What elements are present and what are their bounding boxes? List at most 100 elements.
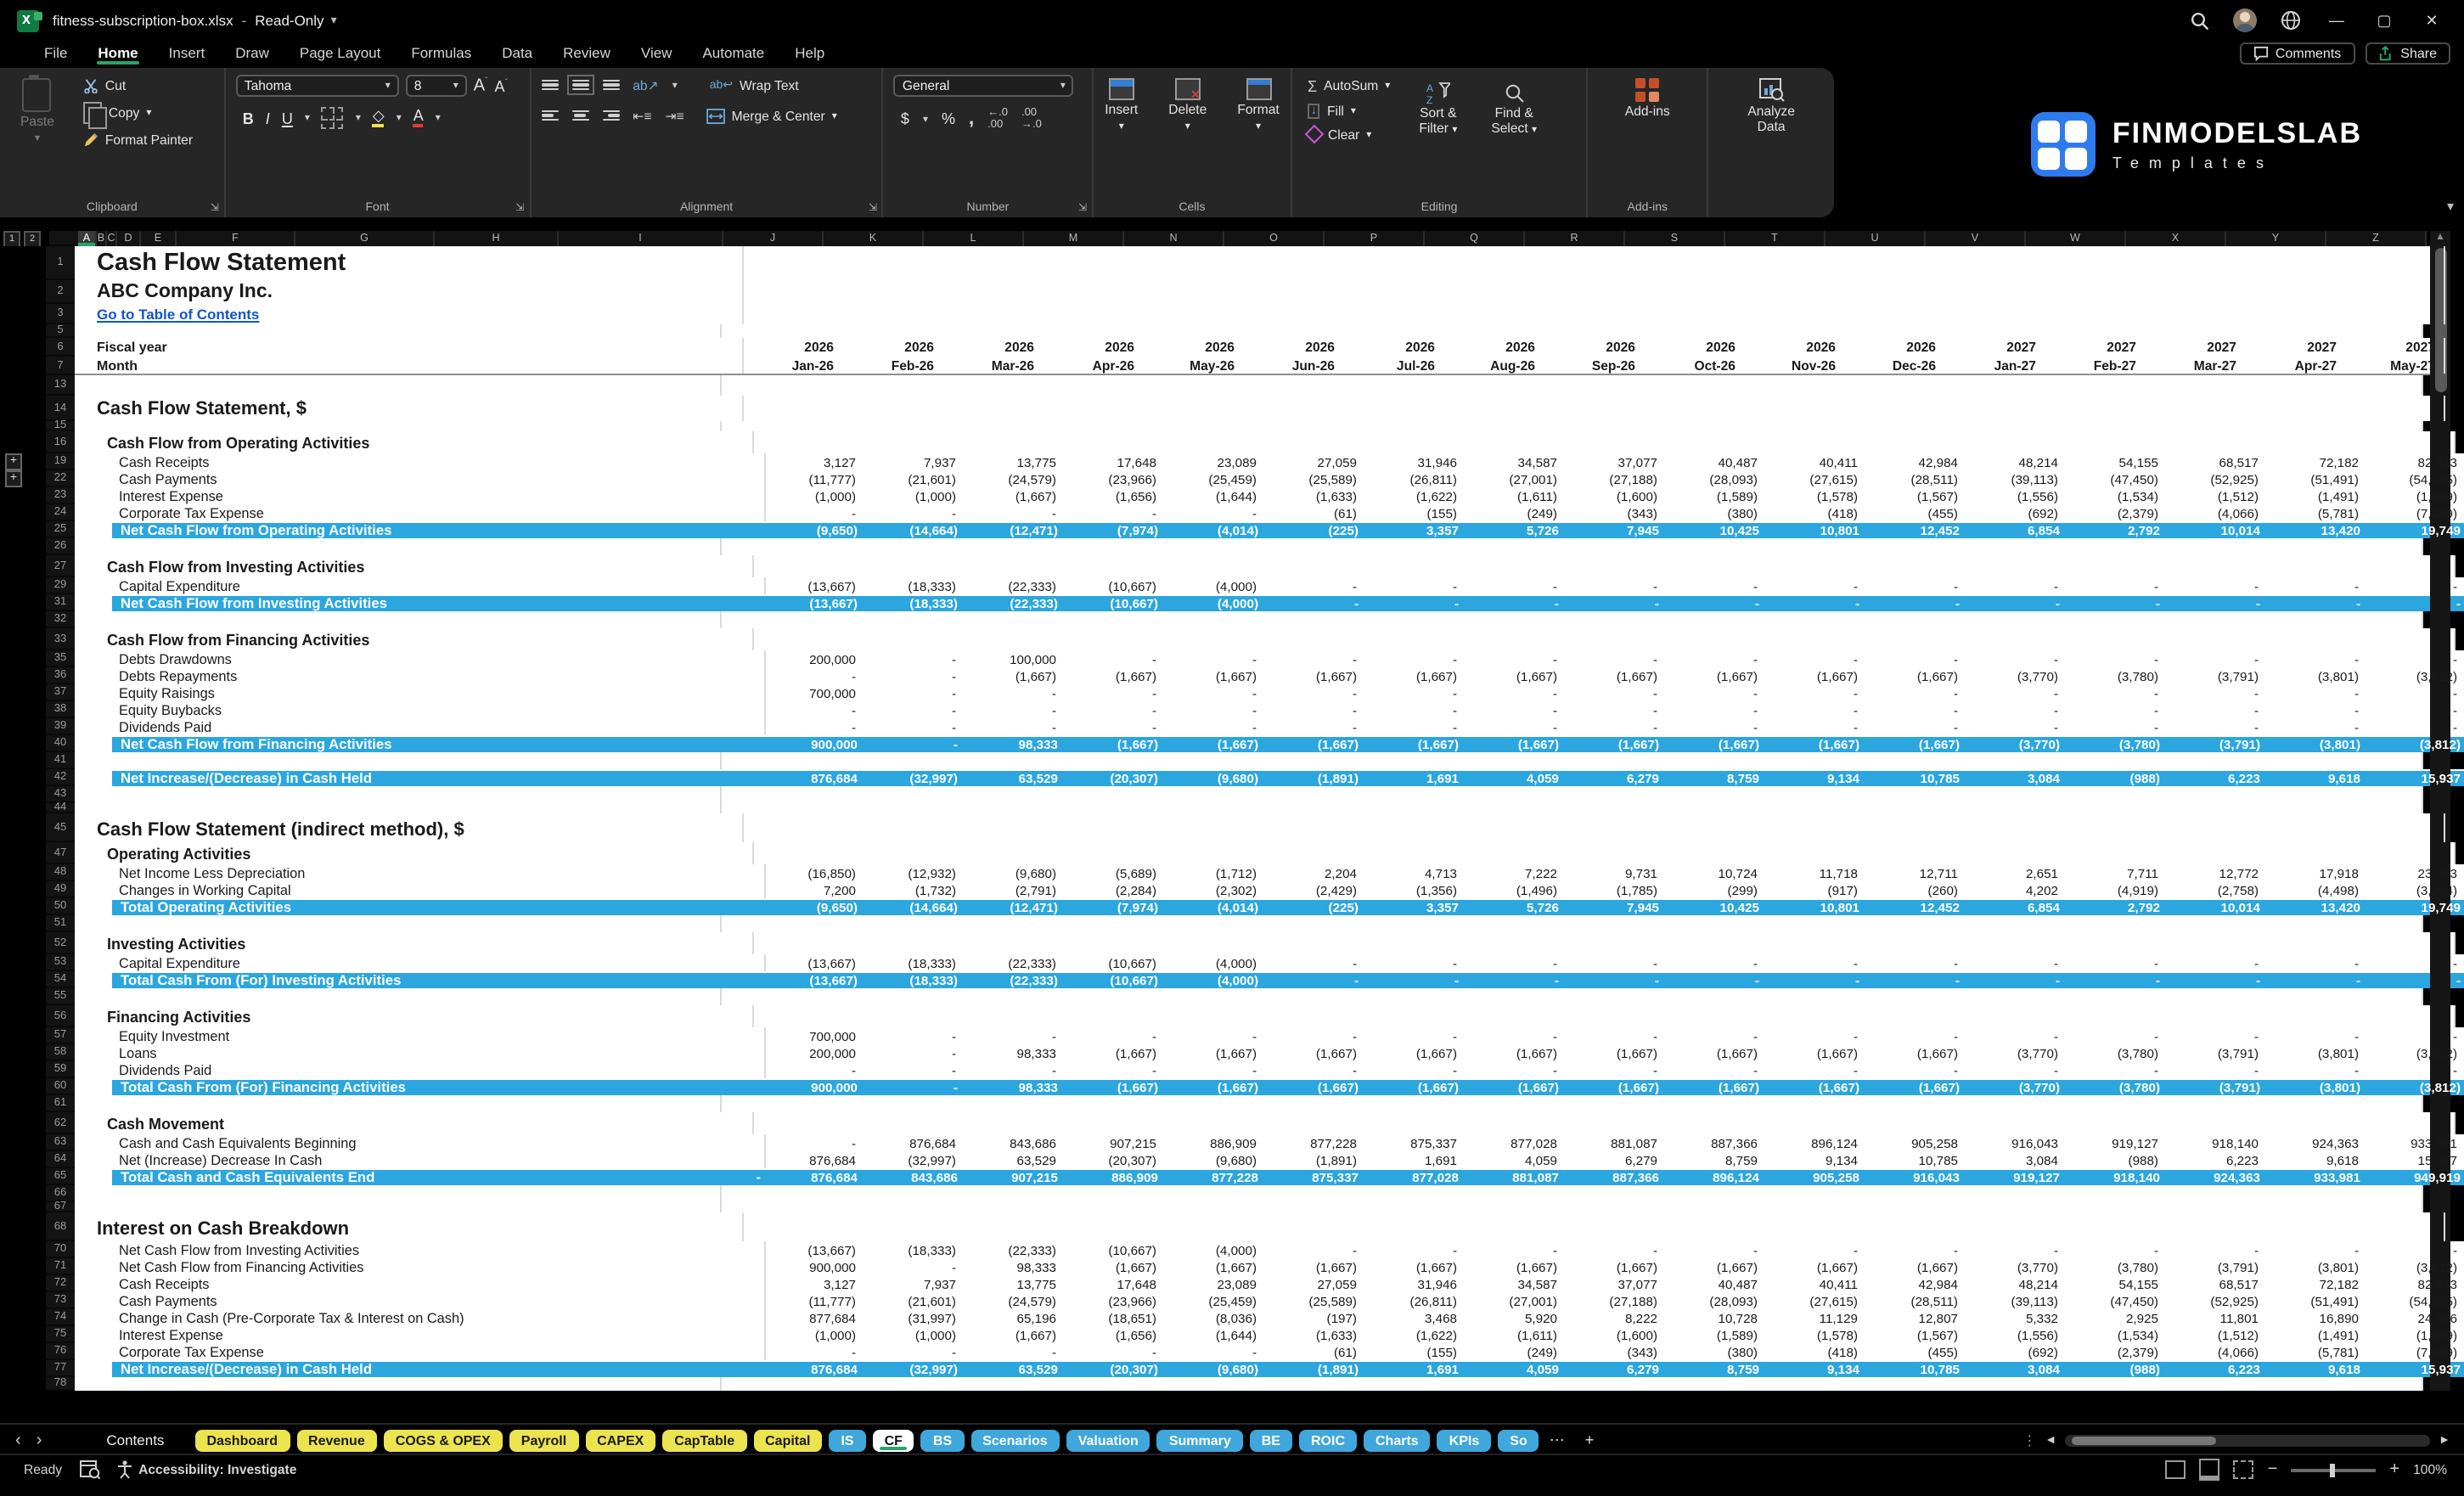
row-header-51[interactable]: 51 <box>46 915 75 932</box>
cell[interactable]: (21,601) <box>864 470 965 487</box>
cell[interactable]: - <box>1966 577 2067 594</box>
cell[interactable] <box>752 1005 852 1027</box>
cell[interactable]: (3,812) <box>2367 1258 2464 1275</box>
cell[interactable]: - <box>2167 718 2267 735</box>
cell[interactable] <box>2323 1095 2423 1112</box>
cell[interactable] <box>1544 246 1644 280</box>
cell[interactable] <box>1922 803 2022 813</box>
cell[interactable]: (11,777) <box>764 1292 864 1309</box>
cell[interactable] <box>2022 375 2123 396</box>
cell[interactable]: 10,014 <box>2169 521 2269 538</box>
cell[interactable] <box>2155 932 2255 954</box>
cell[interactable]: - <box>2367 684 2464 701</box>
cell[interactable]: 8,759 <box>1668 1360 1768 1377</box>
cell[interactable]: 700,000 <box>764 684 864 701</box>
cell[interactable] <box>1554 555 1654 577</box>
cell[interactable]: 7,711 <box>2067 864 2167 881</box>
cell[interactable]: Sep-26 <box>1544 357 1644 374</box>
addins-button[interactable]: Add-ins <box>1598 75 1696 124</box>
cell[interactable] <box>1522 915 1622 932</box>
scroll-up-arrow-icon[interactable]: ▲ <box>2435 231 2445 245</box>
macro-record-icon[interactable] <box>79 1460 99 1479</box>
cell[interactable]: - <box>2167 650 2267 667</box>
cell[interactable] <box>1522 1095 1622 1112</box>
row-header-29[interactable]: 29 <box>46 577 75 594</box>
cell[interactable] <box>1021 803 1121 813</box>
cell[interactable]: - <box>1465 577 1566 594</box>
cell[interactable] <box>742 813 842 842</box>
cell[interactable] <box>720 421 820 431</box>
user-avatar[interactable] <box>2233 8 2257 32</box>
cell[interactable]: (2,379) <box>2067 504 2167 521</box>
cell[interactable] <box>2255 628 2355 650</box>
menu-home[interactable]: Home <box>84 41 151 65</box>
cell[interactable]: 63,529 <box>966 1360 1066 1377</box>
cell[interactable] <box>1421 538 1522 555</box>
cell[interactable]: (10,667) <box>1066 594 1167 611</box>
cell[interactable] <box>1253 628 1353 650</box>
cell[interactable] <box>1021 988 1121 1005</box>
cell[interactable]: (13,667) <box>764 954 864 971</box>
column-header-t[interactable]: T <box>1725 231 1825 246</box>
cell[interactable]: (197) <box>1265 1309 1365 1326</box>
row-header-52[interactable]: 52 <box>46 932 75 954</box>
cell[interactable]: - <box>1668 971 1768 988</box>
select-all-corner[interactable] <box>49 231 78 246</box>
cell[interactable] <box>2145 396 2245 421</box>
cell[interactable]: (32,997) <box>866 769 966 786</box>
cell[interactable] <box>1153 1112 1253 1134</box>
cell[interactable] <box>1554 431 1654 453</box>
cell[interactable] <box>1822 375 1922 396</box>
cell[interactable] <box>852 1005 953 1027</box>
cell[interactable]: (54,105) <box>2367 470 2464 487</box>
cell[interactable] <box>2123 324 2223 338</box>
cell[interactable] <box>2345 246 2445 280</box>
cell[interactable] <box>1343 1212 1443 1241</box>
cell[interactable] <box>1253 1112 1353 1134</box>
cell[interactable] <box>942 813 1043 842</box>
cell[interactable]: - <box>1566 684 1666 701</box>
cell[interactable] <box>1321 375 1421 396</box>
cell[interactable] <box>720 915 820 932</box>
cell[interactable]: (225) <box>1267 898 1367 915</box>
cell[interactable] <box>1121 611 1221 628</box>
cell[interactable]: 887,366 <box>1567 1168 1668 1185</box>
cell[interactable]: (2,429) <box>1265 881 1365 898</box>
cell[interactable] <box>953 1005 1053 1027</box>
cell[interactable]: 40,487 <box>1666 1275 1766 1292</box>
cell[interactable] <box>2022 988 2123 1005</box>
cell[interactable] <box>1644 304 1744 324</box>
row-header-15[interactable]: 15 <box>46 421 75 431</box>
cell[interactable] <box>2123 752 2223 769</box>
cell[interactable]: (1,656) <box>1065 487 1165 504</box>
hscroll-right-arrow[interactable]: ► <box>2439 1434 2450 1446</box>
insert-cells-button[interactable]: Insert▾ <box>1094 75 1148 138</box>
menu-file[interactable]: File <box>31 41 81 65</box>
cell[interactable]: 15,937 <box>2369 1360 2464 1377</box>
cell[interactable] <box>2323 988 2423 1005</box>
cell[interactable]: 896,124 <box>1668 1168 1768 1185</box>
cell[interactable] <box>1321 1377 1421 1391</box>
cell[interactable]: - <box>1868 594 1968 611</box>
cell[interactable]: - <box>2167 577 2267 594</box>
cell[interactable]: (14,664) <box>866 898 966 915</box>
cell[interactable] <box>1922 1202 2022 1212</box>
row-header-2[interactable]: 2 <box>46 280 75 304</box>
cell[interactable]: 10,785 <box>1866 1151 1966 1168</box>
cell[interactable]: (692) <box>1966 504 2067 521</box>
cell[interactable]: - <box>864 718 965 735</box>
cell[interactable]: (1,600) <box>1566 487 1666 504</box>
cell[interactable]: (22,333) <box>966 594 1066 611</box>
cell[interactable] <box>953 555 1053 577</box>
cell[interactable]: (20,307) <box>1066 1360 1167 1377</box>
cell[interactable]: 9,731 <box>1566 864 1666 881</box>
cell[interactable]: 6,223 <box>2169 769 2269 786</box>
cell[interactable]: 13,775 <box>965 1275 1065 1292</box>
row-header-26[interactable]: 26 <box>46 538 75 555</box>
column-header-m[interactable]: M <box>1024 231 1124 246</box>
column-header-z[interactable]: Z <box>2326 231 2427 246</box>
cell[interactable]: (4,014) <box>1167 898 1267 915</box>
cell[interactable]: 876,684 <box>766 1360 866 1377</box>
cell[interactable] <box>942 1212 1043 1241</box>
cell[interactable] <box>1854 628 1955 650</box>
